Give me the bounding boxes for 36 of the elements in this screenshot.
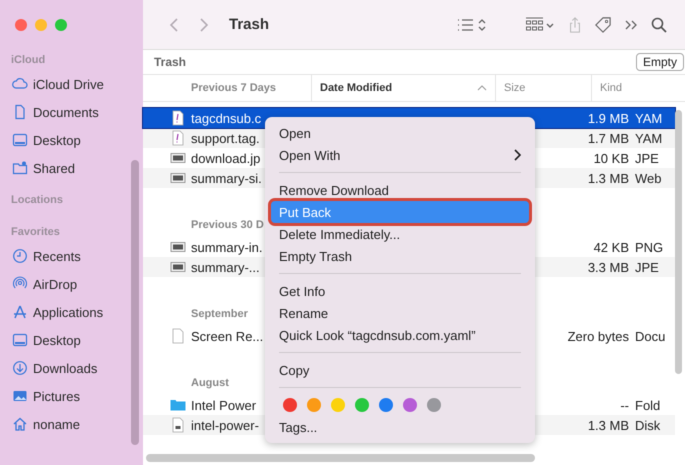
file-name: download.jp (191, 150, 260, 166)
sidebar-heading: Locations (10, 193, 64, 208)
file-kind: YAM (634, 110, 664, 126)
file-name: tagcdnsub.c (191, 110, 262, 126)
group-heading: September (191, 308, 248, 320)
file-kind: Fold (634, 398, 662, 412)
file-kind: JPE (634, 260, 660, 274)
group-heading: Previous 7 Days (190, 82, 277, 94)
file-kind: YAM (634, 130, 664, 146)
file-kind: JPE (634, 150, 660, 166)
file-name: summary-... (191, 260, 260, 274)
file-kind: Web (634, 170, 662, 186)
file-kind: Docu (634, 328, 666, 344)
file-size: 1.9 MB (588, 110, 629, 126)
file-kind: Disk (634, 418, 662, 432)
file-name: intel-power- (191, 418, 259, 432)
sidebar-heading: iCloud (10, 53, 46, 68)
file-size: 1.3 MB (588, 170, 629, 186)
file-size: -- (620, 398, 629, 412)
file-size: 42 KB (594, 240, 629, 254)
file-size: 1.7 MB (588, 130, 629, 146)
file-size: Zero bytes (568, 328, 629, 344)
sidebar-heading: Favorites (10, 225, 61, 240)
location-label: Trash (154, 55, 186, 69)
file-size: 1.3 MB (588, 418, 629, 432)
file-size: 10 KB (594, 150, 629, 166)
file-name: Screen Re... (191, 328, 264, 344)
file-name: support.tag. (191, 130, 260, 146)
file-size: 3.3 MB (588, 260, 629, 274)
group-heading: Previous 30 D (191, 219, 264, 231)
group-heading: August (191, 377, 229, 389)
file-name: Intel Power (191, 398, 256, 412)
file-name: summary-in. (191, 240, 263, 254)
file-kind: PNG (634, 240, 664, 254)
window-title: Trash (229, 16, 270, 33)
file-name: summary-si. (191, 170, 262, 186)
